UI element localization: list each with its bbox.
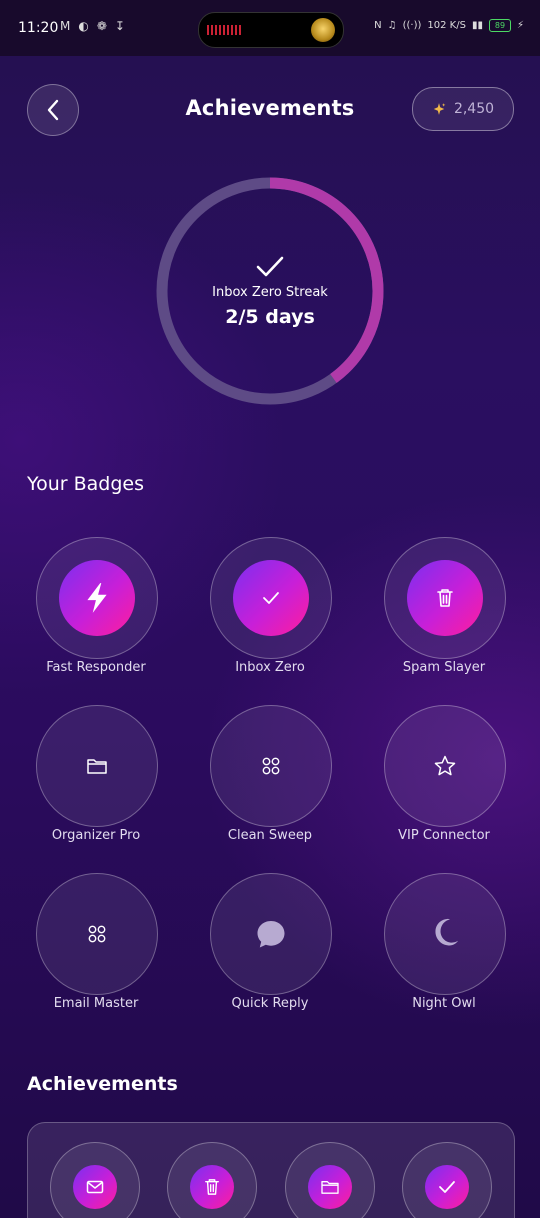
badge-spam-slayer[interactable] [384,537,506,659]
hotspot-icon: ((·)) [402,20,422,31]
badge-label: Organizer Pro [51,828,141,843]
status-time: 11:20 [18,20,59,36]
badge-quick-reply[interactable] [210,873,332,995]
badge-inbox-zero[interactable] [210,537,332,659]
sync-icon: ◐ [78,19,89,33]
badge-label: Quick Reply [231,996,309,1011]
moon-icon [435,918,459,946]
badge-label: Fast Responder [46,660,146,675]
system-icons: N ♫ ((·)) 102 K/S ▮▮ 89 ⚡ [374,19,524,32]
settings-icon: ❁ [96,19,107,33]
lightning-icon [87,583,107,613]
streak-value: 2/5 days [225,305,315,328]
badge-organizer-pro[interactable] [36,705,158,827]
sparkle-icon [433,103,446,115]
streak-label: Inbox Zero Streak [212,284,328,300]
notification-icons: M ◐ ❁ ↧ [60,19,125,33]
achievements-screen: 11:20 M ◐ ❁ ↧ N ♫ ((·)) 102 K/S ▮▮ 89 ⚡ … [0,0,540,1218]
album-art [311,18,335,42]
folder-icon [321,1181,339,1194]
badge-label: Email Master [53,996,139,1011]
badge-label: Inbox Zero [235,660,305,675]
badge-label: Clean Sweep [227,828,313,843]
achievement-circle [190,1165,234,1209]
audio-wave-icon [207,25,241,35]
badge-night-owl[interactable] [384,873,506,995]
trash-icon [437,589,453,607]
grid-icon [262,757,280,775]
check-icon [263,592,279,604]
folder-icon [87,759,107,774]
chat-bubble-icon [257,921,285,948]
download-icon: ↧ [114,19,125,33]
gmail-icon: M [60,19,71,33]
status-bar: 11:20 M ◐ ❁ ↧ N ♫ ((·)) 102 K/S ▮▮ 89 ⚡ [0,0,540,56]
star-icon [434,755,456,776]
achievement-circle [425,1165,469,1209]
points-value: 2,450 [453,101,495,117]
badge-label: Spam Slayer [402,660,486,675]
badges-section-title: Your Badges [27,473,144,495]
badge-vip-connector[interactable] [384,705,506,827]
charging-icon: ⚡ [516,20,524,31]
points-button[interactable]: 2,450 [412,87,514,131]
badge-clean-sweep[interactable] [210,705,332,827]
achievement-circle [73,1165,117,1209]
grid-icon [88,925,106,943]
battery-icon: 89 [488,19,511,32]
badge-fast-responder[interactable] [36,537,158,659]
trash-icon [205,1179,219,1195]
badge-earned-circle [407,560,483,636]
streak-info: Inbox Zero Streak 2/5 days [155,176,385,406]
headphones-icon: ♫ [387,20,397,31]
signal-icon: ▮▮ [471,20,483,31]
mail-icon [86,1180,104,1194]
badge-label: VIP Connector [398,828,490,843]
check-icon [439,1181,455,1193]
badge-label: Night Owl [412,996,476,1011]
net-speed: 102 K/S [427,20,466,31]
badge-earned-circle [59,560,135,636]
achievement-circle [308,1165,352,1209]
dynamic-island [198,12,344,48]
badge-earned-circle [233,560,309,636]
badge-email-master[interactable] [36,873,158,995]
check-icon [256,256,284,276]
achievements-section-title: Achievements [27,1073,178,1095]
nfc-icon: N [374,20,382,31]
